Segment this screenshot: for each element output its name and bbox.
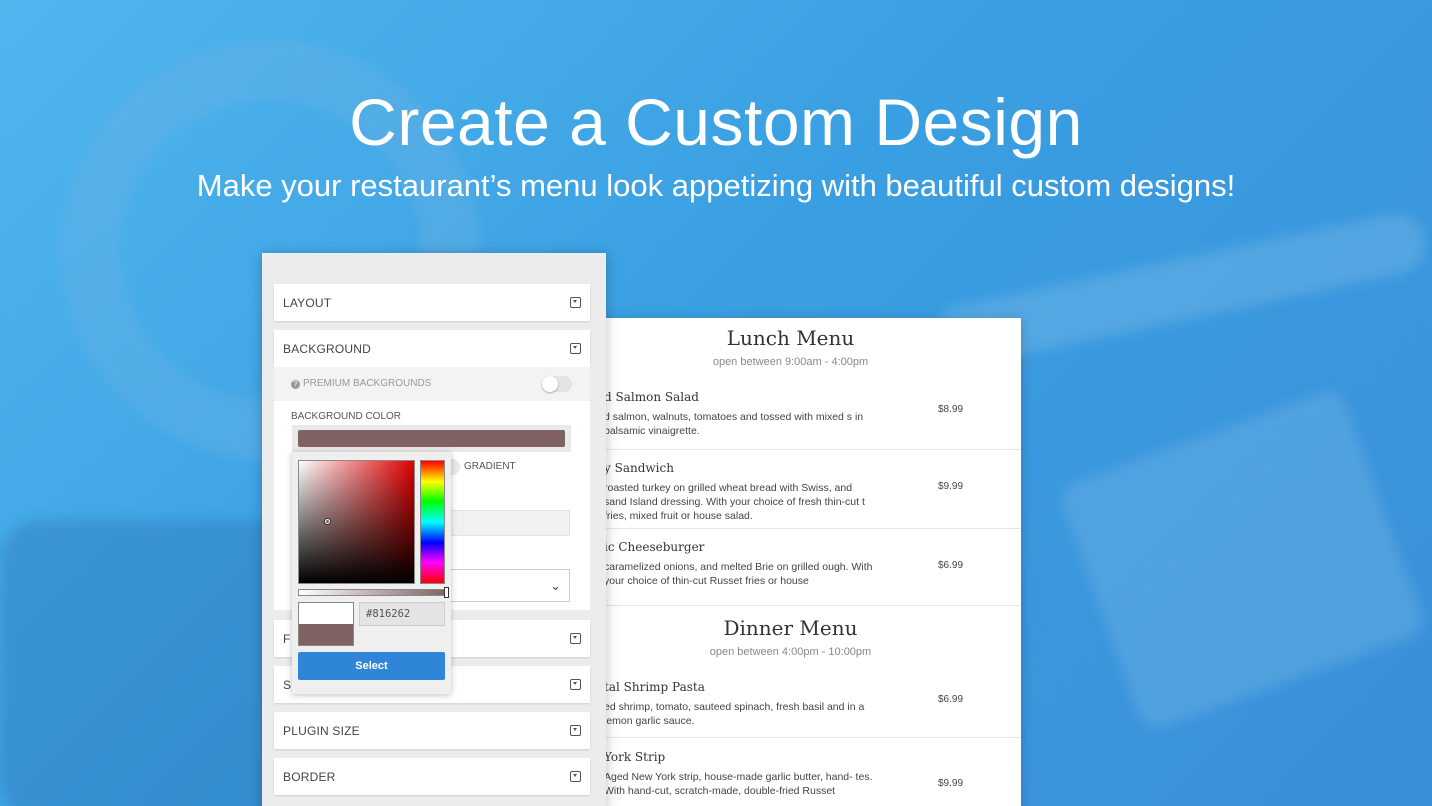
expand-toggle-icon[interactable] — [570, 343, 581, 354]
menu-item: York Strip Aged New York strip, house-ma… — [560, 750, 1021, 806]
menu-item-description: Aged New York strip, house-made garlic b… — [604, 771, 873, 797]
current-color-preview — [299, 624, 353, 645]
menu-item-name: ic Cheeseburger — [604, 540, 705, 554]
accordion-label: LAYOUT — [283, 296, 332, 310]
menu-section-hours: open between 9:00am - 4:00pm — [712, 356, 869, 368]
color-picker: #816262 Select — [292, 452, 451, 694]
menu-preview: Lunch Menu open between 9:00am - 4:00pm … — [560, 318, 1021, 806]
menu-item: ic Cheeseburger caramelized onions, and … — [560, 540, 1021, 606]
menu-section-title: Dinner Menu — [723, 616, 858, 640]
premium-backgrounds-row: ? PREMIUM BACKGROUNDS — [274, 367, 590, 401]
accordion-label: S — [283, 678, 292, 692]
saturation-value-field[interactable] — [298, 460, 415, 584]
accordion-label: BACKGROUND — [283, 342, 372, 356]
select-button[interactable]: Select — [298, 652, 445, 680]
menu-item-name: d Salmon Salad — [604, 390, 699, 404]
menu-item: d Salmon Salad d salmon, walnuts, tomato… — [560, 390, 1021, 450]
expand-toggle-icon[interactable] — [570, 679, 581, 690]
gradient-label: GRADIENT — [464, 461, 516, 472]
alpha-slider-handle[interactable] — [444, 587, 449, 598]
expand-toggle-icon[interactable] — [570, 771, 581, 782]
menu-item-price: $9.99 — [938, 481, 964, 492]
menu-item-name: tal Shrimp Pasta — [604, 680, 705, 694]
hero-title: Create a Custom Design — [349, 85, 1083, 159]
menu-item-name: York Strip — [604, 750, 666, 764]
hue-slider[interactable] — [420, 460, 445, 584]
background-decoration — [1056, 386, 1428, 734]
menu-item-price: $8.99 — [938, 404, 964, 415]
menu-item: tal Shrimp Pasta ed shrimp, tomato, saut… — [560, 680, 1021, 738]
new-color-preview — [299, 603, 353, 624]
menu-item-description: d salmon, walnuts, tomatoes and tossed w… — [604, 411, 864, 437]
lunch-header: Lunch Menu open between 9:00am - 4:00pm — [560, 326, 1021, 368]
hex-input[interactable]: #816262 — [359, 602, 445, 626]
accordion-border[interactable]: BORDER — [274, 758, 590, 795]
hidden-input-field[interactable] — [448, 510, 570, 536]
dinner-header: Dinner Menu open between 4:00pm - 10:00p… — [560, 616, 1021, 658]
menu-item-price: $9.99 — [938, 778, 964, 789]
premium-backgrounds-toggle[interactable] — [542, 376, 572, 392]
alpha-slider[interactable] — [298, 587, 449, 598]
accordion-layout[interactable]: LAYOUT — [274, 284, 590, 321]
accordion-label: PLUGIN SIZE — [283, 724, 360, 738]
menu-section-title: Lunch Menu — [726, 326, 855, 350]
accordion-label: BORDER — [283, 770, 336, 784]
menu-item-description: ed shrimp, tomato, sauteed spinach, fres… — [604, 701, 865, 727]
accordion-plugin-size[interactable]: PLUGIN SIZE — [274, 712, 590, 749]
menu-item: y Sandwich roasted turkey on grilled whe… — [560, 461, 1021, 529]
chevron-down-icon: ⌄ — [550, 578, 561, 593]
background-color-label: BACKGROUND COLOR — [291, 411, 402, 422]
color-swatch-fill[interactable] — [298, 430, 565, 447]
premium-backgrounds-text: PREMIUM BACKGROUNDS — [303, 378, 432, 389]
accordion-background[interactable]: BACKGROUND — [274, 330, 590, 367]
menu-section-hours: open between 4:00pm - 10:00pm — [709, 646, 872, 658]
expand-toggle-icon[interactable] — [570, 725, 581, 736]
color-cursor[interactable] — [325, 519, 330, 524]
premium-backgrounds-label: ? PREMIUM BACKGROUNDS — [291, 378, 431, 389]
background-decoration — [0, 520, 300, 806]
background-color-swatch[interactable] — [292, 425, 571, 452]
menu-item-name: y Sandwich — [604, 461, 674, 475]
accordion-label: F — [283, 632, 291, 646]
menu-item-price: $6.99 — [938, 694, 964, 705]
menu-item-description: roasted turkey on grilled wheat bread wi… — [604, 482, 865, 522]
hero-subtitle: Make your restaurant’s menu look appetiz… — [196, 168, 1236, 203]
color-preview — [298, 602, 354, 646]
menu-item-price: $6.99 — [938, 560, 964, 571]
dropdown-select[interactable]: ⌄ — [448, 569, 570, 602]
help-icon[interactable]: ? — [291, 380, 300, 389]
menu-item-description: caramelized onions, and melted Brie on g… — [604, 561, 873, 587]
expand-toggle-icon[interactable] — [570, 633, 581, 644]
expand-toggle-icon[interactable] — [570, 297, 581, 308]
